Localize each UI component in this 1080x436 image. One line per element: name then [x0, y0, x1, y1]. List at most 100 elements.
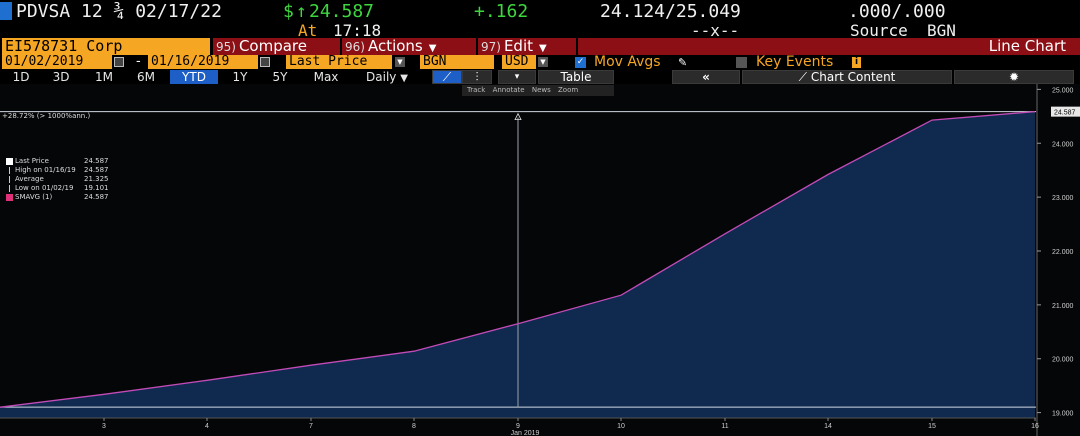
percent-change-label: +28.72% (> 1000%ann.)	[2, 112, 91, 120]
info-icon[interactable]: i	[852, 57, 861, 68]
mov-avgs-checkbox[interactable]: ✓	[575, 57, 586, 68]
tab-6m[interactable]: 6M	[132, 70, 160, 84]
chevron-down-icon[interactable]: ▼	[395, 57, 405, 67]
compare-button[interactable]: 95) Compare	[213, 38, 340, 55]
actions-number: 96)	[345, 40, 365, 54]
y-tick-label: 19.000	[1052, 411, 1074, 418]
x-tick-label: 9	[516, 423, 520, 430]
chevron-down-icon: ▼	[428, 43, 437, 54]
x-axis-title: Jan 2019	[511, 430, 540, 436]
currency-select[interactable]: USD	[502, 55, 536, 69]
chart-content-label: Chart Content	[810, 70, 896, 84]
x-tick-label: 14	[824, 423, 832, 430]
tab-1m[interactable]: 1M	[90, 70, 118, 84]
bar-chart-icon[interactable]: ⫶	[462, 70, 492, 84]
price-chart[interactable]: 19.000 20.000 21.000 22.000 23.000 24.000 25.0…	[0, 84, 1080, 436]
x-tick-label: 4	[205, 423, 209, 430]
x-tick-label: 11	[721, 423, 728, 430]
legend-value: 24.587	[84, 166, 109, 174]
tab-3d[interactable]: 3D	[48, 70, 74, 84]
x-tick-label: 7	[309, 423, 313, 430]
actions-menu[interactable]: 96) Actions ▼	[342, 38, 476, 55]
chart-canvas[interactable]: 19.000 20.000 21.000 22.000 23.000 24.000 25.0…	[0, 84, 1080, 436]
compare-label: Compare	[238, 37, 307, 55]
tab-ytd[interactable]: YTD	[170, 70, 218, 84]
frequency-dropdown[interactable]: Daily ▼	[354, 70, 420, 84]
last-price: 24.587	[309, 1, 375, 22]
pencil-icon[interactable]: ✎	[678, 56, 687, 69]
annotate-tool[interactable]: Annotate	[493, 86, 525, 94]
y-tick-label: 20.000	[1052, 357, 1074, 364]
compare-number: 95)	[216, 40, 236, 54]
start-date-field[interactable]: 01/02/2019	[2, 55, 112, 69]
legend-value: 24.587	[84, 193, 109, 201]
y-tick-label: 24.000	[1052, 141, 1074, 148]
table-button[interactable]: Table	[538, 70, 614, 84]
up-arrow-icon: ↑	[296, 1, 307, 22]
chart-type-title: Line Chart	[578, 38, 1080, 55]
y-tick-label: 25.000	[1052, 87, 1074, 94]
chart-content-button[interactable]: ⟋ Chart Content	[742, 70, 952, 84]
ticker-name: PDVSA 12 ¾ 02/17/22	[16, 1, 222, 22]
x-tick-label: 10	[617, 423, 625, 430]
legend-value: 24.587	[84, 157, 109, 165]
track-tool[interactable]: Track	[467, 86, 485, 94]
x-tick-label: 8	[412, 423, 416, 430]
legend-value: 21.325	[84, 175, 109, 183]
key-events-checkbox[interactable]	[736, 57, 747, 68]
ticker-bar: PDVSA 12 ¾ 02/17/22 $ ↑ 24.587 +.162 24.…	[0, 0, 1080, 22]
legend-swatch	[9, 167, 10, 174]
chevron-down-icon: ▼	[400, 73, 408, 84]
chevron-down-icon[interactable]: ▼	[538, 57, 548, 67]
security-field[interactable]: EI578731 Corp	[2, 38, 210, 55]
date-range-dash: -	[136, 54, 141, 69]
edit-menu[interactable]: 97) Edit ▼	[478, 38, 576, 55]
legend-item: SMAVG (1) 24.587	[6, 193, 110, 202]
legend-name: Low on 01/02/19	[15, 184, 74, 192]
end-date-field[interactable]: 01/16/2019	[148, 55, 258, 69]
ticker-subbar: At 17:18 --x-- Source BGN	[0, 21, 1080, 40]
legend-swatch	[6, 158, 13, 165]
actions-label: Actions	[367, 37, 423, 55]
calendar-icon[interactable]	[260, 57, 270, 67]
table-label: Table	[560, 70, 592, 84]
bid-ask: 24.124/25.049	[600, 1, 741, 22]
legend-item: Last Price 24.587	[6, 157, 110, 166]
legend-swatch	[9, 176, 10, 183]
legend-name: Average	[15, 175, 44, 183]
mov-avgs-label: Mov Avgs	[594, 54, 661, 70]
tab-5y[interactable]: 5Y	[266, 70, 294, 84]
legend-name: SMAVG (1)	[15, 193, 53, 201]
chart-mini-toolbar: Track Annotate News Zoom	[462, 85, 614, 96]
chart-icon: ⟋	[798, 70, 808, 84]
tab-max[interactable]: Max	[306, 70, 346, 84]
x-tick-label: 16	[1031, 423, 1039, 430]
chevron-down-icon[interactable]: ▾	[498, 70, 536, 84]
bid-ask-size: .000/.000	[848, 1, 946, 22]
price-field-select[interactable]: Last Price	[286, 55, 392, 69]
legend-item: Low on 01/02/19 19.101	[6, 184, 110, 193]
calendar-icon[interactable]	[114, 57, 124, 67]
x-tick-label: 3	[102, 423, 106, 430]
last-value-label: 24.587	[1054, 110, 1076, 117]
legend-name: High on 01/16/19	[15, 166, 76, 174]
news-tool[interactable]: News	[532, 86, 551, 94]
y-tick-label: 23.000	[1052, 195, 1074, 202]
legend-swatch	[6, 194, 13, 201]
key-events-label: Key Events	[756, 54, 834, 70]
line-chart-icon[interactable]: ⟋	[432, 70, 462, 84]
source-select[interactable]: BGN	[420, 55, 494, 69]
legend-value: 19.101	[84, 184, 109, 192]
y-tick-label: 21.000	[1052, 303, 1074, 310]
zoom-tool[interactable]: Zoom	[558, 86, 578, 94]
security-color-marker	[0, 2, 12, 20]
settings-bar: 01/02/2019 - 01/16/2019 Last Price ▼ BGN…	[0, 55, 1080, 70]
period-bar: 1D 3D 1M 6M YTD 1Y 5Y Max Daily ▼ ⟋ ⫶ ▾ …	[0, 70, 1080, 84]
legend-item: Average 21.325	[6, 175, 110, 184]
x-tick-label: 15	[928, 423, 936, 430]
chart-legend[interactable]: Last Price 24.587 High on 01/16/19 24.58…	[6, 157, 110, 202]
tab-1d[interactable]: 1D	[8, 70, 34, 84]
gear-icon[interactable]: ✹	[954, 70, 1074, 84]
tab-1y[interactable]: 1Y	[226, 70, 254, 84]
collapse-icon[interactable]: «	[672, 70, 740, 84]
